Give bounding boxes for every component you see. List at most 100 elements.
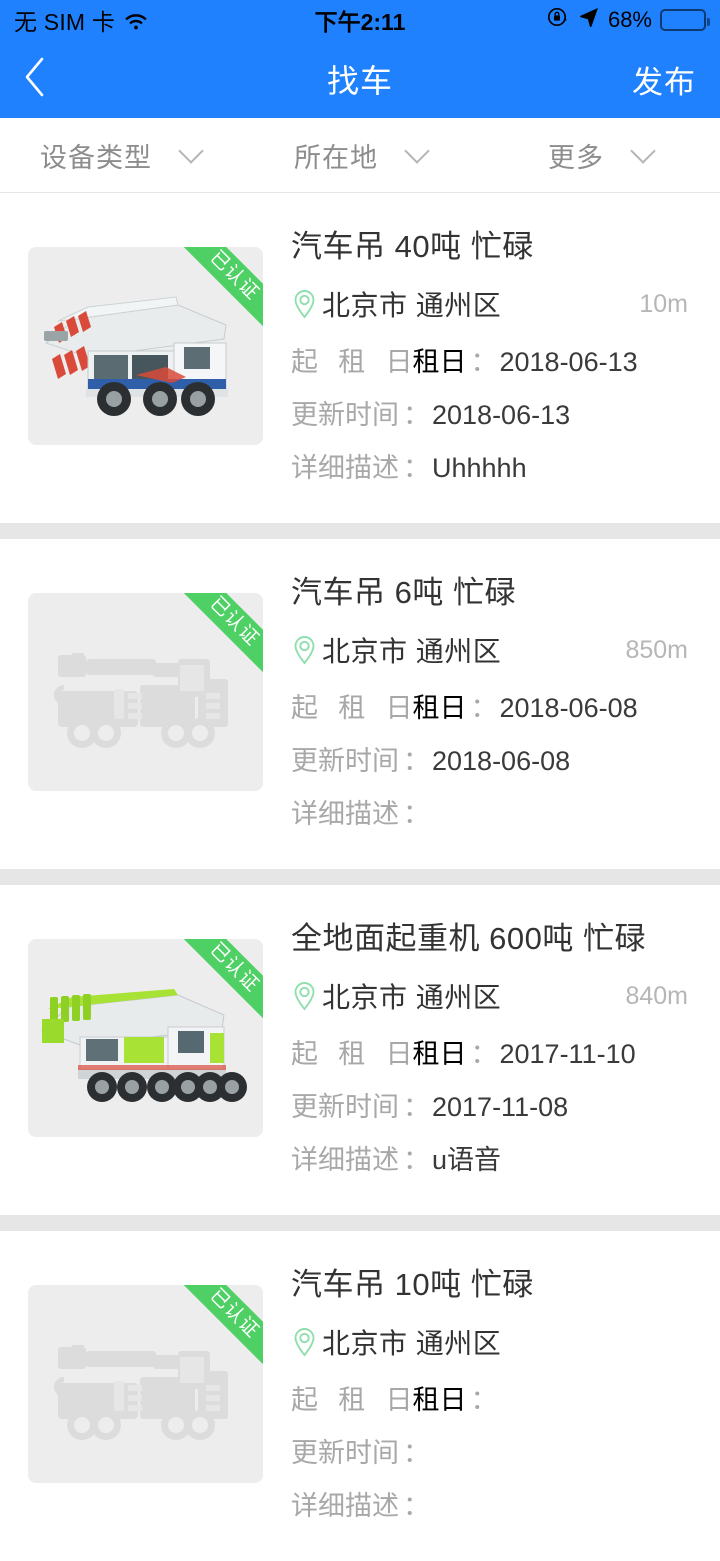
listing-location: 北京市 通州区: [322, 290, 502, 321]
rent-date-label: 起租日: [291, 693, 413, 723]
listing-info: 全地面起重机 600吨 忙碌 北京市 通州区 840m 起租日租日： 2017-1…: [263, 911, 696, 1191]
colon: ：: [470, 1385, 498, 1415]
listing-location: 北京市 通州区: [322, 636, 502, 667]
listing-location-row: 北京市 通州区: [291, 1322, 696, 1362]
rent-date-row: 起租日租日： 2018-06-13: [291, 340, 696, 379]
filter-label: 设备类型: [40, 142, 152, 173]
update-time-label: 更新时间: [291, 746, 399, 776]
list-separator: [0, 523, 720, 539]
rent-date-value: 2017-11-10: [499, 1039, 636, 1069]
colon: ：: [470, 347, 498, 377]
back-chevron-icon: [22, 56, 48, 103]
colon: ：: [403, 1092, 430, 1122]
status-bar-left: 无 SIM 卡: [14, 3, 148, 37]
list-item[interactable]: 已认证 汽车吊 10吨 忙碌 北京市 通州区 起租日租日： 更新时间： 详细描述…: [0, 1231, 720, 1561]
colon: ：: [403, 1491, 430, 1521]
colon: ：: [403, 1145, 430, 1175]
rotation-lock-icon: [546, 5, 570, 35]
list-item[interactable]: 已认证 汽车吊 6吨 忙碌 北京市 通州区 850m 起租日租日： 2018-06…: [0, 539, 720, 869]
carrier-label: 无 SIM 卡: [14, 9, 116, 35]
listing-title: 汽车吊 10吨 忙碌: [291, 1267, 534, 1302]
equipment-thumbnail[interactable]: 已认证: [28, 939, 263, 1137]
equipment-thumbnail[interactable]: 已认证: [28, 247, 263, 445]
status-bar: 无 SIM 卡 下午2:11 68%: [0, 0, 720, 40]
listing-info: 汽车吊 40吨 忙碌 北京市 通州区 10m 起租日租日： 2018-06-13 …: [263, 219, 696, 499]
list-item[interactable]: 已认证 汽车吊 40吨 忙碌 北京市 通州区 10m 起租日租日： 2018-06…: [0, 193, 720, 523]
filter-label: 所在地: [294, 142, 378, 173]
filter-equipment-type[interactable]: 设备类型: [0, 118, 240, 192]
description-row: 详细描述：: [291, 1484, 696, 1523]
rent-date-label: 起租日: [291, 1385, 413, 1415]
listing-info: 汽车吊 10吨 忙碌 北京市 通州区 起租日租日： 更新时间： 详细描述：: [263, 1257, 696, 1537]
list-separator: [0, 869, 720, 885]
location-pin-icon: [291, 981, 318, 1011]
colon: ：: [403, 453, 430, 483]
listing-distance: 10m: [639, 289, 688, 318]
colon: ：: [470, 693, 498, 723]
status-bar-right: 68%: [546, 5, 710, 35]
listing-location: 北京市 通州区: [322, 1328, 502, 1359]
update-time-row: 更新时间： 2018-06-13: [291, 393, 696, 432]
battery-percent-label: 68%: [607, 7, 652, 32]
colon: ：: [403, 1438, 430, 1468]
rent-date-value: 2018-06-08: [499, 693, 638, 723]
description-label: 详细描述: [291, 1491, 399, 1521]
description-label: 详细描述: [291, 799, 399, 829]
location-pin-icon: [291, 635, 318, 665]
listing-location-row: 北京市 通州区 850m: [291, 630, 696, 670]
equipment-thumbnail[interactable]: 已认证: [28, 1285, 263, 1483]
page-title: 找车: [326, 63, 393, 99]
rent-date-label: 起租日: [291, 347, 413, 377]
rent-date-label: 起租日: [291, 1039, 413, 1069]
description-row: 详细描述：: [291, 792, 696, 831]
chevron-down-icon: [404, 138, 430, 164]
rent-date-value: 2018-06-13: [499, 347, 638, 377]
update-time-row: 更新时间：: [291, 1431, 696, 1470]
equipment-list: 已认证 汽车吊 40吨 忙碌 北京市 通州区 10m 起租日租日： 2018-06…: [0, 193, 720, 1561]
publish-button[interactable]: 发布: [632, 57, 720, 102]
update-time-label: 更新时间: [291, 1438, 399, 1468]
listing-location: 北京市 通州区: [322, 982, 502, 1013]
location-arrow-icon: [578, 6, 600, 34]
listing-title: 汽车吊 40吨 忙碌: [291, 229, 534, 264]
list-item[interactable]: 已认证 全地面起重机 600吨 忙碌 北京市 通州区 840m 起租日租日： 20…: [0, 885, 720, 1215]
battery-icon: [660, 9, 710, 31]
description-label: 详细描述: [291, 453, 399, 483]
update-time-label: 更新时间: [291, 400, 399, 430]
description-row: 详细描述： u语音: [291, 1138, 696, 1177]
colon: ：: [403, 799, 430, 829]
listing-location-row: 北京市 通州区 840m: [291, 976, 696, 1016]
location-pin-icon: [291, 1327, 318, 1357]
colon: ：: [403, 400, 430, 430]
location-pin-icon: [291, 289, 318, 319]
update-time-value: 2018-06-08: [432, 746, 571, 776]
chevron-down-icon: [630, 138, 656, 164]
filter-location[interactable]: 所在地: [240, 118, 480, 192]
back-button[interactable]: [0, 40, 70, 118]
update-time-row: 更新时间： 2017-11-08: [291, 1085, 696, 1124]
listing-title: 汽车吊 6吨 忙碌: [291, 575, 516, 610]
rent-date-row: 起租日租日：: [291, 1378, 696, 1417]
equipment-thumbnail[interactable]: 已认证: [28, 593, 263, 791]
description-value: u语音: [432, 1145, 502, 1175]
listing-location-row: 北京市 通州区 10m: [291, 284, 696, 324]
filter-label: 更多: [548, 142, 604, 173]
list-separator: [0, 1215, 720, 1231]
filter-more[interactable]: 更多: [480, 118, 720, 192]
update-time-value: 2017-11-08: [432, 1092, 569, 1122]
description-value: Uhhhhh: [432, 453, 527, 483]
update-time-label: 更新时间: [291, 1092, 399, 1122]
filter-bar: 设备类型 所在地 更多: [0, 118, 720, 193]
update-time-value: 2018-06-13: [432, 400, 571, 430]
description-row: 详细描述： Uhhhhh: [291, 446, 696, 485]
wifi-icon: [124, 11, 148, 30]
listing-info: 汽车吊 6吨 忙碌 北京市 通州区 850m 起租日租日： 2018-06-08 …: [263, 565, 696, 845]
navigation-bar: 找车 发布: [0, 40, 720, 118]
colon: ：: [470, 1039, 498, 1069]
description-label: 详细描述: [291, 1145, 399, 1175]
chevron-down-icon: [178, 138, 204, 164]
listing-distance: 850m: [625, 635, 688, 664]
rent-date-row: 起租日租日： 2018-06-08: [291, 686, 696, 725]
colon: ：: [403, 746, 430, 776]
update-time-row: 更新时间： 2018-06-08: [291, 739, 696, 778]
